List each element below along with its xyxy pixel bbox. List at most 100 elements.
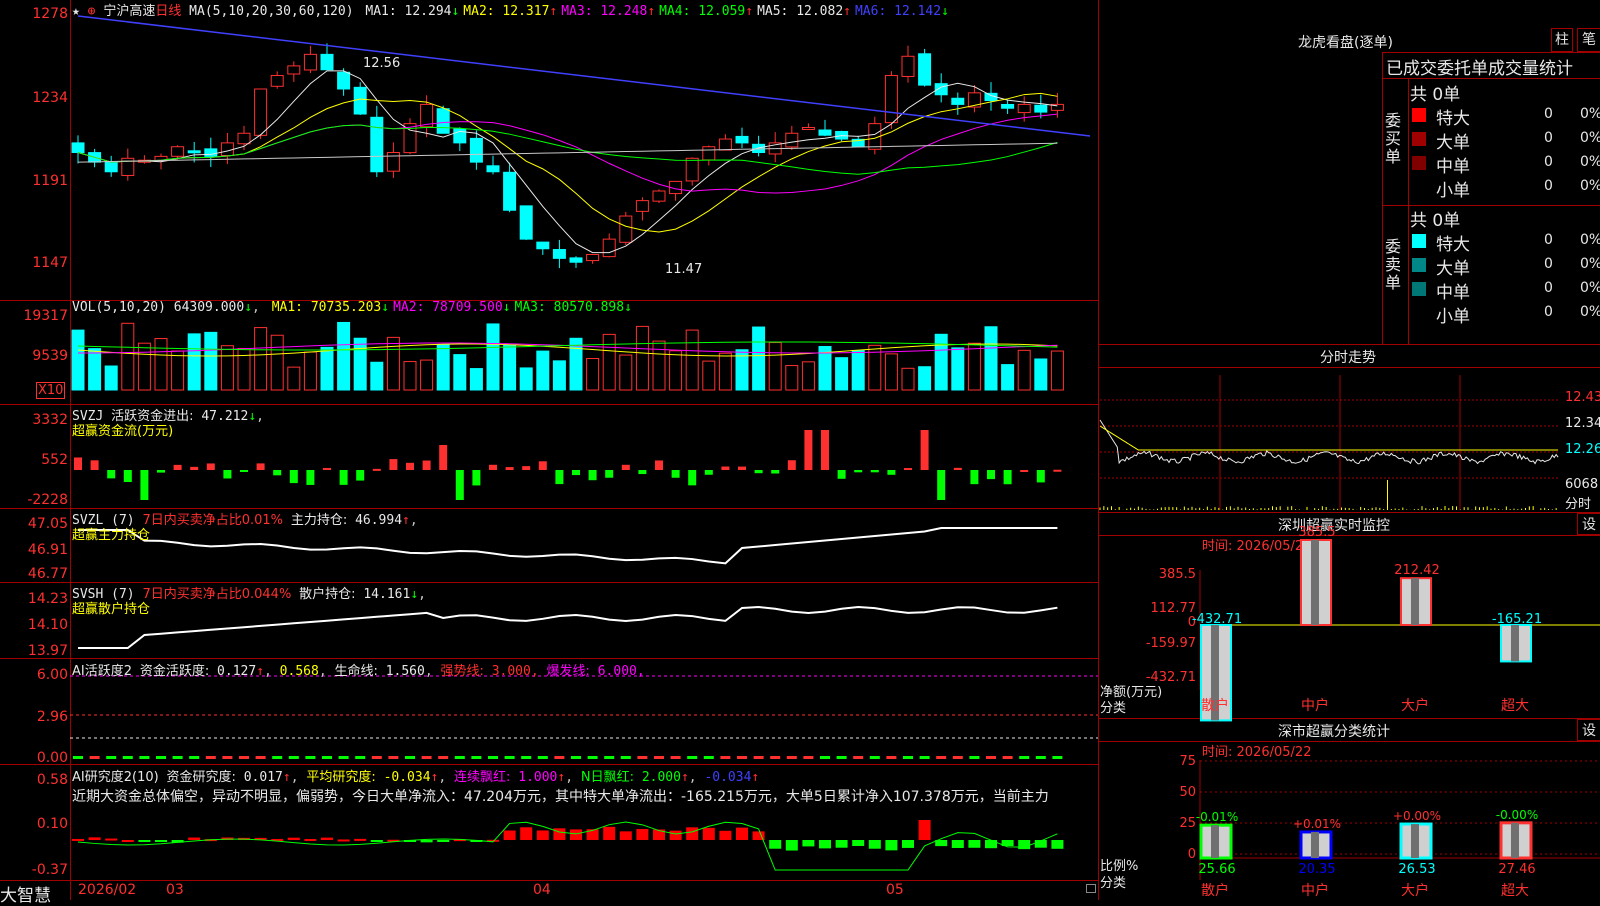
ma-item: MA1: 12.294↓ (365, 4, 460, 19)
activity-bar (952, 756, 963, 759)
research-bar (802, 840, 815, 847)
candle (287, 65, 301, 75)
svsh-tick: 14.23 (27, 591, 68, 607)
candle (171, 146, 185, 157)
fund-flow-bar (920, 430, 929, 470)
activity-bar (670, 756, 681, 759)
candle (436, 108, 450, 134)
intraday-tick: 12.34 (1565, 416, 1600, 431)
order-type: 中单 (1436, 283, 1470, 303)
order-row: 大单 0 0% (1410, 128, 1600, 153)
ai-research-name: AI研究度2(10) (72, 770, 159, 785)
activity-bar (936, 756, 947, 759)
research-bar (719, 830, 732, 840)
activity-bar (853, 756, 864, 759)
candle (104, 161, 118, 173)
research-bar (72, 838, 84, 841)
favorite-star-icon[interactable]: ★ (72, 4, 80, 19)
ma-item: MA1: 70735.203↓ (271, 300, 390, 315)
candle (337, 71, 351, 90)
order-type: 大单 (1436, 259, 1470, 279)
order-row: 特大 0 0% (1410, 104, 1600, 129)
bar-mode-button[interactable]: 柱 (1551, 28, 1573, 52)
classify-xlabel: 分类 (1100, 876, 1127, 891)
volume-bar (984, 326, 998, 391)
candle (619, 215, 633, 243)
fund-flow-bar (273, 470, 282, 476)
cont-value: 1.000 (518, 770, 558, 785)
fund-flow-bar (489, 464, 497, 470)
svsh-tick: 14.10 (27, 617, 68, 633)
candle (370, 116, 384, 173)
volume-bar (851, 349, 865, 391)
order-row: 中单 0 0% (1410, 278, 1600, 303)
order-swatch (1412, 282, 1426, 296)
research-bar (105, 838, 118, 841)
research-bar (287, 837, 300, 840)
volume-bar (602, 333, 616, 391)
activity-bar (355, 756, 366, 759)
classify-time: 时间: 2026/05/22 (1202, 745, 1312, 760)
research-bar (121, 839, 134, 842)
fund-flow-bar (439, 445, 448, 470)
vol-params: VOL(5,10,20) (72, 300, 166, 315)
volume-bar (1001, 364, 1015, 391)
fund-flow-bar (754, 470, 763, 474)
activity-bar (919, 756, 930, 759)
activity-bar (255, 756, 266, 759)
activity-bar (720, 756, 731, 759)
activity-bar (521, 756, 532, 759)
period-label[interactable]: 日线 (155, 4, 181, 19)
ai-research-value: 0.017 (243, 770, 283, 785)
candle (254, 88, 268, 136)
svzj-arrow: ↓ (248, 409, 257, 424)
activity-bar (737, 756, 747, 759)
research-bar (636, 829, 649, 840)
research-bar (852, 840, 865, 847)
fund-flow-bar (123, 470, 132, 483)
crosshair-icon[interactable]: ⊕ (88, 4, 96, 19)
svsh-arrow: ↓ (410, 587, 419, 602)
volume-bar (237, 347, 251, 391)
volume-bar (187, 333, 201, 391)
research-bar (321, 837, 333, 840)
fund-flow-bar (953, 467, 962, 470)
fund-flow-bar (588, 470, 597, 481)
lock-icon[interactable] (1086, 884, 1096, 893)
svzj-sub: 超赢资金流(万元) (72, 424, 174, 439)
fund-flow-bar (970, 470, 979, 485)
classify-title: 深市超赢分类统计 (1278, 724, 1390, 740)
activity-bar (172, 756, 183, 759)
activity-bar (89, 756, 100, 759)
cont-label: 连续飘红: (454, 770, 511, 785)
main-position-line (78, 527, 1058, 565)
volume-bar (337, 321, 351, 391)
vol-ma-values: MA1: 70735.203↓ MA2: 78709.500↓ MA3: 80570… (268, 300, 632, 315)
intraday-vol: 6068 (1565, 477, 1599, 492)
fund-flow-bar (605, 470, 614, 478)
activity-bar (587, 756, 598, 759)
activity-bar (239, 756, 249, 759)
svsh-value: 14.161 (363, 587, 411, 602)
nday-label: N日飘红: (580, 770, 634, 785)
candle (1034, 104, 1048, 113)
fund-flow-bar (1020, 469, 1029, 472)
volume-bar (652, 340, 666, 391)
activity-bar (122, 756, 133, 759)
volume-bar (303, 351, 317, 391)
order-count: 0 (1544, 232, 1553, 248)
fund-flow-bar (107, 470, 116, 479)
fund-flow-bar (904, 468, 912, 471)
fund-flow-bar (256, 463, 265, 470)
tick-mode-button[interactable]: 笔 (1577, 28, 1600, 52)
burst-label: 爆发线: (546, 664, 590, 679)
vol-unit-badge[interactable]: X10 (36, 382, 66, 399)
classify-settings-button[interactable]: 设 (1577, 719, 1600, 741)
monitor-settings-button[interactable]: 设 (1577, 513, 1600, 535)
buy-side-label: 委买单 (1385, 111, 1402, 166)
candle (270, 75, 284, 87)
order-count: 0 (1544, 178, 1553, 194)
volume-bar (768, 342, 782, 391)
avg-value: -0.034 (383, 770, 431, 785)
research-bar (1051, 840, 1064, 849)
